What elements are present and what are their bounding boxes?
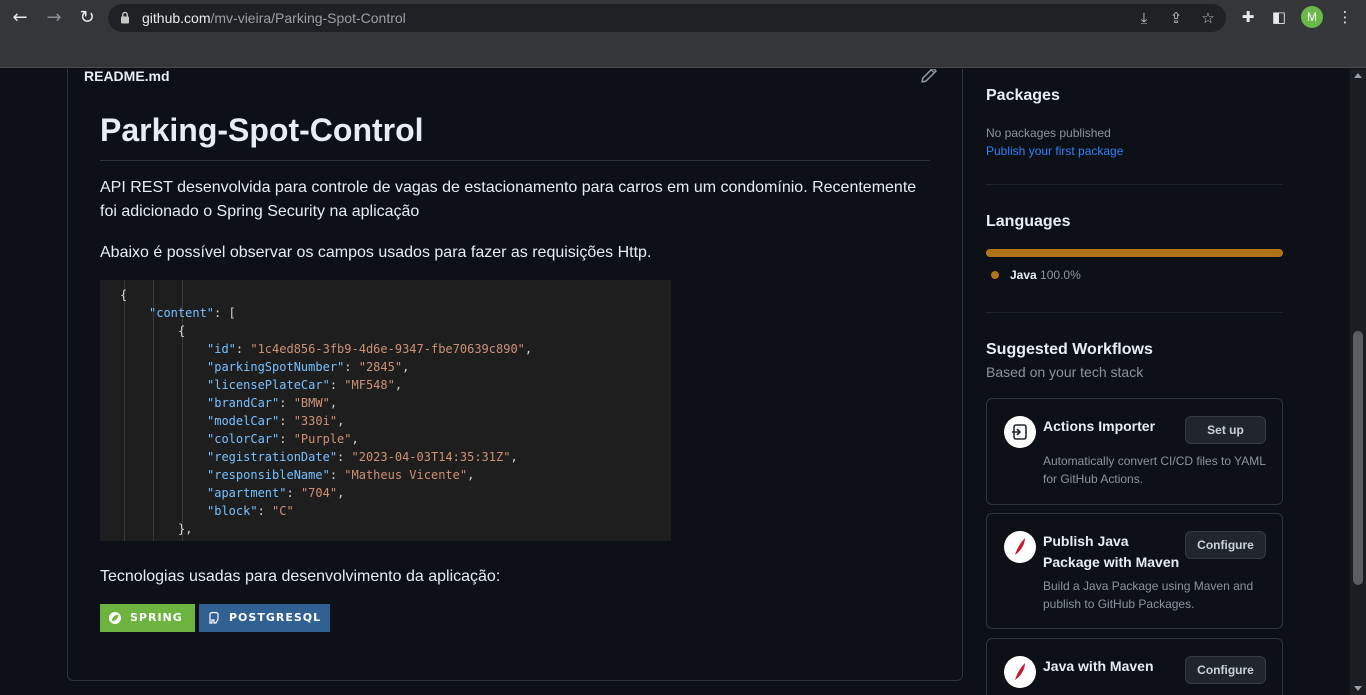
bookmark-star-icon[interactable]: ☆ [1198,8,1218,28]
url-text[interactable]: github.com/mv-vieira/Parking-Spot-Contro… [142,10,406,26]
workflow-card-title: Java with Maven [1043,658,1154,674]
language-bar-java[interactable] [986,249,1283,257]
spring-badge[interactable]: SPRING [100,604,195,632]
language-item-java[interactable]: Java 100.0% [1010,268,1081,282]
readme-filename[interactable]: README.md [84,69,170,84]
code-line: "licensePlateCar": "MF548", [207,378,403,392]
workflow-card-title: Actions Importer [1043,418,1156,434]
readme-paragraph-technologies: Tecnologias usadas para desenvolvimento … [100,568,501,585]
code-line: "registrationDate": "2023-04-03T14:35:31… [207,450,518,464]
workflow-card-title: Publish Java Package with Maven [1043,533,1180,570]
code-line: }, [178,522,193,536]
code-line: "content": [ [149,306,236,320]
code-line: "parkingSpotNumber": "2845", [207,360,410,374]
suggested-workflows-heading: Suggested Workflows [986,341,1153,358]
pencil-edit-icon[interactable] [920,69,938,84]
workflow-card-description: Automatically convert CI/CD files to YAM… [1043,454,1266,486]
readme-markdown: Parking-Spot-Control API REST desenvolvi… [100,110,930,632]
postgresql-badge-label: POSTGRESQL [229,611,322,624]
code-line: { [120,288,128,302]
java-color-dot [991,271,999,279]
actions-importer-icon [1004,416,1036,448]
scrollbar-thumb[interactable] [1353,331,1363,585]
divider [986,312,1283,313]
lock-icon [121,11,129,24]
scroll-down-arrow-icon[interactable] [1354,686,1362,691]
code-line: "block": "C" [207,504,294,518]
code-line: "brandCar": "BMW", [207,396,338,410]
workflow-card-description: Build a Java Package using Maven and pub… [1043,579,1254,611]
configure-button[interactable]: Configure [1185,656,1266,684]
postgresql-badge[interactable]: POSTGRESQL [199,604,330,632]
language-percent: 100.0% [1040,268,1081,282]
maven-feather-icon [1004,531,1036,563]
divider [986,184,1283,185]
packages-empty-text: No packages published [986,126,1111,140]
code-line: "responsibleName": "Matheus Vicente", [207,468,475,482]
workflow-card-java-maven: Java with Maven Configure [986,638,1283,695]
workflow-card-publish-java-maven: Publish Java Package with Maven Configur… [986,513,1283,629]
install-app-icon[interactable]: ⤓ [1134,8,1154,28]
workflows-subheading: Based on your tech stack [986,364,1144,380]
extensions-puzzle-icon[interactable]: ✚ [1237,6,1259,28]
readme-title: Parking-Spot-Control [100,110,930,161]
code-line: "colorCar": "Purple", [207,432,359,446]
reload-icon[interactable]: ↻ [75,6,99,30]
configure-button[interactable]: Configure [1185,531,1266,559]
readme-paragraph-fields: Abaixo é possível observar os campos usa… [100,244,652,261]
maven-feather-icon [1004,656,1036,688]
set-up-button[interactable]: Set up [1185,416,1266,444]
language-name: Java [1010,268,1037,282]
code-line: { [178,324,186,338]
scroll-up-arrow-icon[interactable] [1354,73,1362,78]
spring-badge-label: SPRING [130,611,183,624]
postgresql-elephant-icon [209,611,219,624]
browser-chrome: ← → ↻ github.com/mv-vieira/Parking-Spot-… [0,0,1366,68]
code-line: "modelCar": "330i", [207,414,345,428]
forward-icon[interactable]: → [42,6,66,30]
languages-heading: Languages [986,213,1071,230]
back-icon[interactable]: ← [8,6,32,30]
browser-toolbar: ← → ↻ github.com/mv-vieira/Parking-Spot-… [0,0,1366,36]
url-host: github.com [142,10,211,26]
url-path: /mv-vieira/Parking-Spot-Control [210,10,406,26]
code-line: "id": "1c4ed856-3fb9-4d6e-9347-fbe70639c… [207,342,533,356]
github-repo-page: README.md Parking-Spot-Control API REST … [0,69,1350,695]
readme-paragraph-description: API REST desenvolvida para controle de v… [100,179,917,220]
indent-guide [124,280,125,541]
json-code-block: { "content": [ { "id": "1c4ed856-3fb9-4d… [100,280,671,541]
publish-package-link[interactable]: Publish your first package [986,144,1123,158]
page-scrollbar[interactable] [1350,69,1366,695]
profile-avatar[interactable]: M [1301,6,1323,28]
packages-heading[interactable]: Packages [986,87,1060,105]
side-panel-icon[interactable]: ◧ [1268,6,1290,28]
browser-menu-icon[interactable]: ⋮ [1334,6,1356,28]
spring-leaf-icon [109,612,121,624]
share-icon[interactable]: ⇪ [1166,8,1186,28]
address-bar[interactable]: github.com/mv-vieira/Parking-Spot-Contro… [108,4,1226,32]
readme-panel: README.md Parking-Spot-Control API REST … [67,69,963,681]
workflow-card-actions-importer: Actions Importer Set up Automatically co… [986,398,1283,505]
code-line: "apartment": "704", [207,486,345,500]
